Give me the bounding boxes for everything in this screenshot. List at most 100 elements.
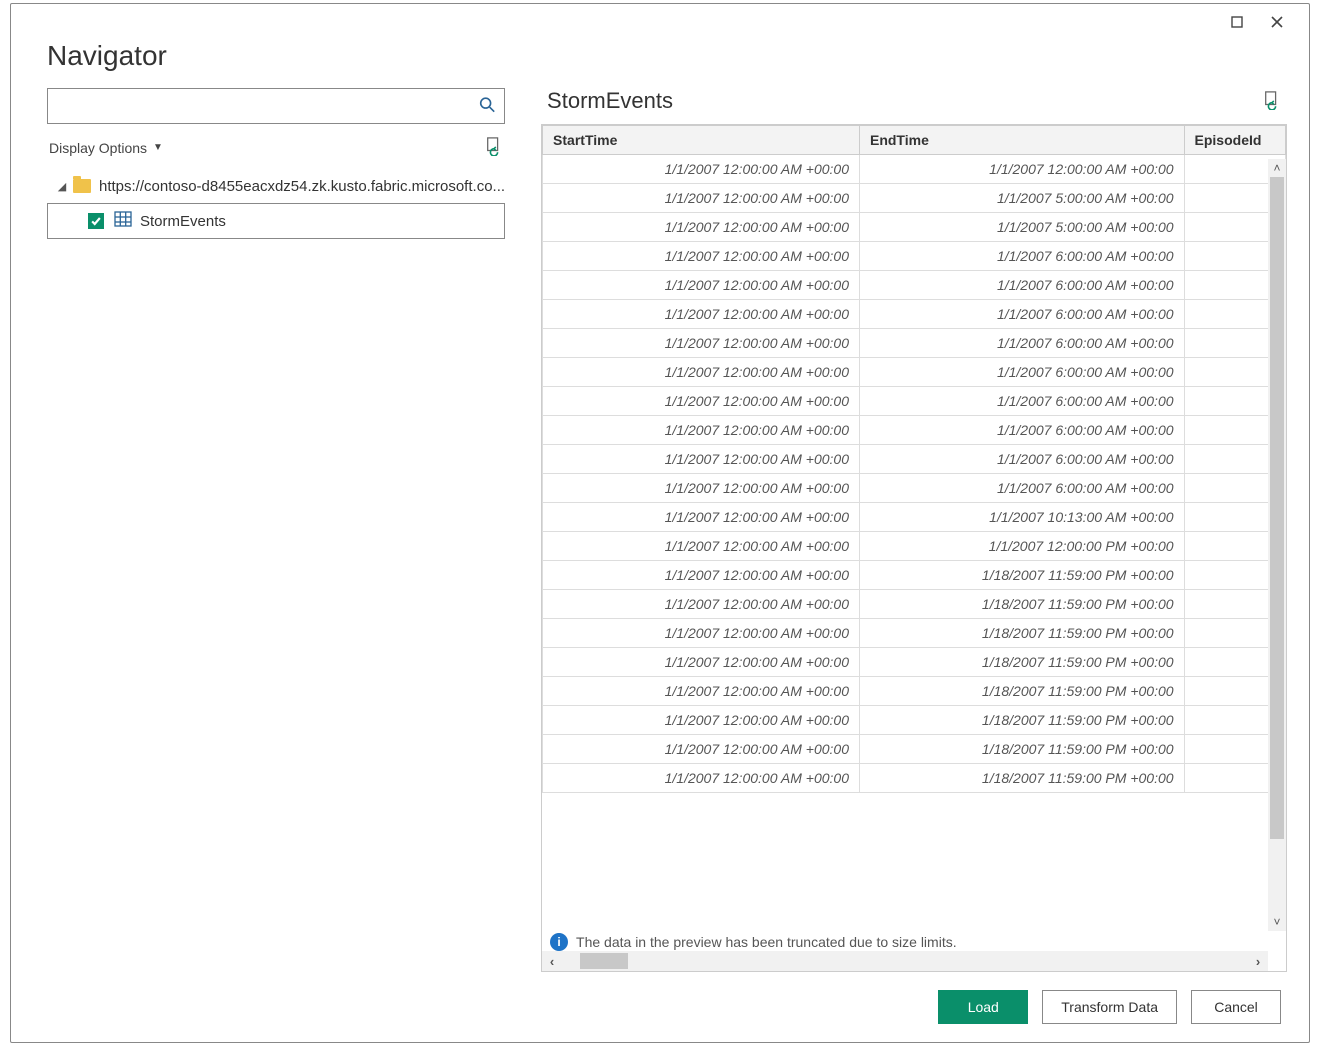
table-cell: 1/1/2007 12:00:00 AM +00:00 bbox=[543, 561, 860, 590]
table-cell: 1/1/2007 6:00:00 AM +00:00 bbox=[859, 474, 1184, 503]
collapse-icon[interactable]: ◢ bbox=[55, 180, 69, 193]
table-cell: 1/1/2007 12:00:00 AM +00:00 bbox=[543, 387, 860, 416]
table-cell: 1/1/2007 10:13:00 AM +00:00 bbox=[859, 503, 1184, 532]
table-row[interactable]: 1/1/2007 12:00:00 AM +00:001/1/2007 6:00… bbox=[543, 387, 1286, 416]
table-cell: 1/1/2007 12:00:00 AM +00:00 bbox=[543, 445, 860, 474]
dialog-title: Navigator bbox=[47, 40, 1273, 72]
table-row[interactable]: 1/1/2007 12:00:00 AM +00:001/1/2007 10:1… bbox=[543, 503, 1286, 532]
table-cell: 1/1/2007 12:00:00 AM +00:00 bbox=[543, 184, 860, 213]
search-icon[interactable] bbox=[478, 96, 496, 117]
vertical-scrollbar[interactable]: ˄ ˅ bbox=[1268, 159, 1286, 931]
scroll-thumb-vertical[interactable] bbox=[1270, 177, 1284, 839]
search-field-wrap bbox=[47, 88, 505, 124]
dialog-footer: Load Transform Data Cancel bbox=[11, 972, 1309, 1042]
table-cell: 1/18/2007 11:59:00 PM +00:00 bbox=[859, 648, 1184, 677]
table-cell: 1/1/2007 12:00:00 AM +00:00 bbox=[543, 648, 860, 677]
navigator-dialog: Navigator Display Options ▼ bbox=[10, 3, 1310, 1043]
table-cell: 1/1/2007 6:00:00 AM +00:00 bbox=[859, 329, 1184, 358]
table-row[interactable]: 1/1/2007 12:00:00 AM +00:001/18/2007 11:… bbox=[543, 648, 1286, 677]
load-button[interactable]: Load bbox=[938, 990, 1028, 1024]
table-cell: 1/18/2007 11:59:00 PM +00:00 bbox=[859, 590, 1184, 619]
table-cell: 1/1/2007 12:00:00 AM +00:00 bbox=[543, 764, 860, 793]
table-cell: 1/1/2007 12:00:00 AM +00:00 bbox=[543, 271, 860, 300]
scroll-thumb-horizontal[interactable] bbox=[580, 953, 628, 969]
table-row[interactable]: 1/1/2007 12:00:00 AM +00:001/1/2007 12:0… bbox=[543, 532, 1286, 561]
cancel-button[interactable]: Cancel bbox=[1191, 990, 1281, 1024]
display-options-label: Display Options bbox=[49, 140, 147, 156]
refresh-preview-button[interactable] bbox=[1263, 90, 1281, 113]
preview-table-wrap: StartTimeEndTimeEpisodeId 1/1/2007 12:00… bbox=[541, 124, 1287, 972]
table-row[interactable]: 1/1/2007 12:00:00 AM +00:001/1/2007 6:00… bbox=[543, 474, 1286, 503]
close-icon bbox=[1270, 15, 1284, 29]
tree-root-label: https://contoso-d8455eacxdz54.zk.kusto.f… bbox=[99, 178, 505, 195]
table-cell: 1/1/2007 12:00:00 AM +00:00 bbox=[543, 677, 860, 706]
horizontal-scrollbar[interactable]: ‹ › bbox=[542, 951, 1268, 971]
table-row[interactable]: 1/1/2007 12:00:00 AM +00:001/1/2007 6:00… bbox=[543, 300, 1286, 329]
table-cell: 1/1/2007 12:00:00 AM +00:00 bbox=[543, 358, 860, 387]
table-cell: 1/1/2007 6:00:00 AM +00:00 bbox=[859, 300, 1184, 329]
table-cell: 1/1/2007 12:00:00 AM +00:00 bbox=[543, 532, 860, 561]
table-cell: 1/1/2007 6:00:00 AM +00:00 bbox=[859, 242, 1184, 271]
table-cell: 1/1/2007 12:00:00 AM +00:00 bbox=[543, 213, 860, 242]
search-input[interactable] bbox=[48, 89, 504, 123]
truncation-info: i The data in the preview has been trunc… bbox=[542, 927, 1286, 951]
table-cell: 1/1/2007 5:00:00 AM +00:00 bbox=[859, 213, 1184, 242]
table-cell: 1/1/2007 6:00:00 AM +00:00 bbox=[859, 271, 1184, 300]
table-cell: 1/1/2007 12:00:00 AM +00:00 bbox=[543, 300, 860, 329]
table-cell: 1/18/2007 11:59:00 PM +00:00 bbox=[859, 764, 1184, 793]
table-cell: 1/1/2007 12:00:00 AM +00:00 bbox=[859, 155, 1184, 184]
table-cell: 1/1/2007 12:00:00 AM +00:00 bbox=[543, 706, 860, 735]
scroll-down-icon[interactable]: ˅ bbox=[1268, 913, 1286, 931]
tree-item-stormevents[interactable]: StormEvents bbox=[47, 203, 505, 239]
scroll-left-icon[interactable]: ‹ bbox=[542, 954, 562, 969]
table-row[interactable]: 1/1/2007 12:00:00 AM +00:001/18/2007 11:… bbox=[543, 619, 1286, 648]
column-header[interactable]: StartTime bbox=[543, 126, 860, 155]
table-cell: 1/1/2007 5:00:00 AM +00:00 bbox=[859, 184, 1184, 213]
transform-data-button[interactable]: Transform Data bbox=[1042, 990, 1177, 1024]
tree-root[interactable]: ◢ https://contoso-d8455eacxdz54.zk.kusto… bbox=[47, 169, 505, 203]
table-cell: 1/1/2007 12:00:00 AM +00:00 bbox=[543, 503, 860, 532]
table-row[interactable]: 1/1/2007 12:00:00 AM +00:001/1/2007 6:00… bbox=[543, 358, 1286, 387]
display-options-dropdown[interactable]: Display Options ▼ bbox=[49, 140, 163, 156]
scroll-right-icon[interactable]: › bbox=[1248, 954, 1268, 969]
column-header[interactable]: EpisodeId bbox=[1184, 126, 1285, 155]
titlebar bbox=[11, 4, 1309, 40]
table-row[interactable]: 1/1/2007 12:00:00 AM +00:001/18/2007 11:… bbox=[543, 764, 1286, 793]
table-row[interactable]: 1/1/2007 12:00:00 AM +00:001/18/2007 11:… bbox=[543, 561, 1286, 590]
table-cell: 1/1/2007 12:00:00 AM +00:00 bbox=[543, 474, 860, 503]
table-row[interactable]: 1/1/2007 12:00:00 AM +00:001/1/2007 6:00… bbox=[543, 271, 1286, 300]
table-cell: 1/1/2007 12:00:00 AM +00:00 bbox=[543, 242, 860, 271]
table-cell: 1/1/2007 12:00:00 AM +00:00 bbox=[543, 416, 860, 445]
tree-item-label: StormEvents bbox=[140, 213, 226, 230]
table-row[interactable]: 1/1/2007 12:00:00 AM +00:001/1/2007 6:00… bbox=[543, 416, 1286, 445]
table-cell: 1/1/2007 12:00:00 AM +00:00 bbox=[543, 329, 860, 358]
table-cell: 1/1/2007 12:00:00 AM +00:00 bbox=[543, 590, 860, 619]
table-row[interactable]: 1/1/2007 12:00:00 AM +00:001/18/2007 11:… bbox=[543, 706, 1286, 735]
close-button[interactable] bbox=[1257, 10, 1297, 34]
table-cell: 1/1/2007 12:00:00 AM +00:00 bbox=[543, 735, 860, 764]
table-row[interactable]: 1/1/2007 12:00:00 AM +00:001/1/2007 5:00… bbox=[543, 184, 1286, 213]
refresh-tree-button[interactable] bbox=[485, 136, 503, 159]
scroll-up-icon[interactable]: ˄ bbox=[1268, 159, 1286, 177]
table-cell: 1/1/2007 6:00:00 AM +00:00 bbox=[859, 358, 1184, 387]
table-row[interactable]: 1/1/2007 12:00:00 AM +00:001/1/2007 6:00… bbox=[543, 242, 1286, 271]
table-row[interactable]: 1/1/2007 12:00:00 AM +00:001/18/2007 11:… bbox=[543, 677, 1286, 706]
table-cell: 1/18/2007 11:59:00 PM +00:00 bbox=[859, 735, 1184, 764]
table-cell: 1/18/2007 11:59:00 PM +00:00 bbox=[859, 561, 1184, 590]
maximize-icon bbox=[1231, 16, 1243, 28]
maximize-button[interactable] bbox=[1217, 10, 1257, 34]
table-row[interactable]: 1/1/2007 12:00:00 AM +00:001/18/2007 11:… bbox=[543, 735, 1286, 764]
table-row[interactable]: 1/1/2007 12:00:00 AM +00:001/1/2007 5:00… bbox=[543, 213, 1286, 242]
table-cell: 1/18/2007 11:59:00 PM +00:00 bbox=[859, 619, 1184, 648]
checkbox-checked[interactable] bbox=[88, 213, 104, 229]
table-cell: 1/1/2007 6:00:00 AM +00:00 bbox=[859, 445, 1184, 474]
table-row[interactable]: 1/1/2007 12:00:00 AM +00:001/1/2007 6:00… bbox=[543, 445, 1286, 474]
column-header[interactable]: EndTime bbox=[859, 126, 1184, 155]
table-row[interactable]: 1/1/2007 12:00:00 AM +00:001/18/2007 11:… bbox=[543, 590, 1286, 619]
table-cell: 1/1/2007 12:00:00 AM +00:00 bbox=[543, 155, 860, 184]
navigator-tree-pane: Display Options ▼ ◢ https://contoso-d845… bbox=[47, 88, 505, 972]
table-row[interactable]: 1/1/2007 12:00:00 AM +00:001/1/2007 12:0… bbox=[543, 155, 1286, 184]
preview-title: StormEvents bbox=[547, 88, 673, 114]
folder-icon bbox=[73, 179, 91, 193]
table-row[interactable]: 1/1/2007 12:00:00 AM +00:001/1/2007 6:00… bbox=[543, 329, 1286, 358]
